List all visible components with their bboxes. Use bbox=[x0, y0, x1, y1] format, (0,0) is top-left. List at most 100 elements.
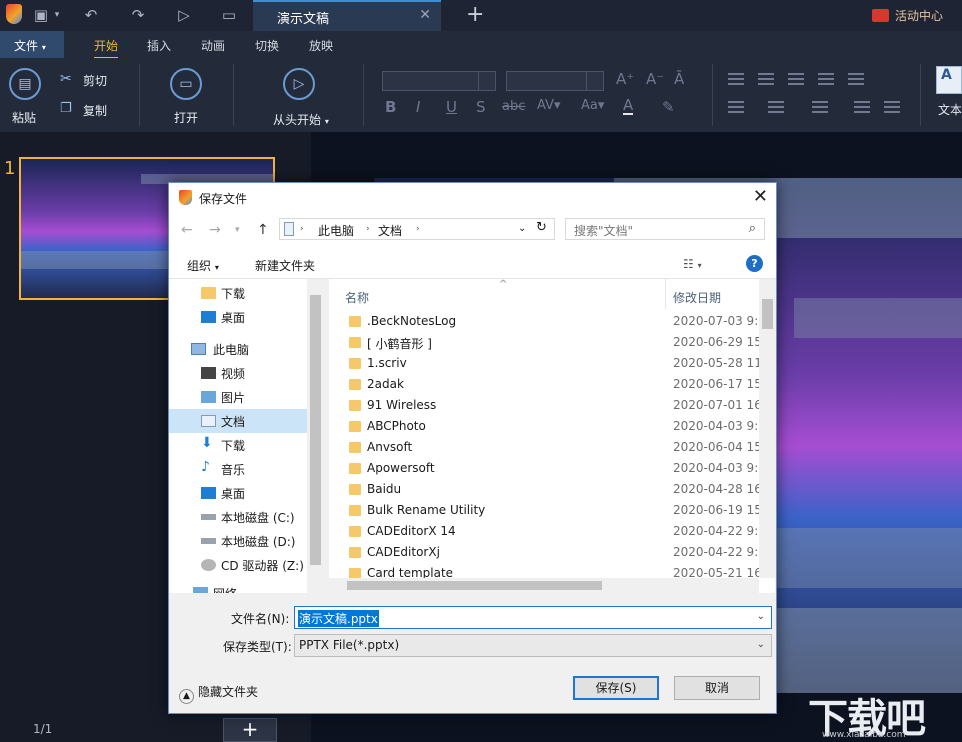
close-icon[interactable]: ✕ bbox=[753, 186, 768, 207]
file-row[interactable]: CADEditorX 14 2020-04-22 9:1 bbox=[329, 521, 763, 542]
paste-label[interactable]: 粘贴 bbox=[12, 109, 36, 126]
nav-item-music[interactable]: ♪ 音乐 bbox=[169, 457, 307, 481]
forward-arrow-icon[interactable]: → bbox=[209, 222, 221, 238]
view-options-icon[interactable]: ☷ ▾ bbox=[683, 257, 702, 271]
line-spacing-icon[interactable] bbox=[812, 101, 828, 113]
file-row[interactable]: .BeckNotesLog 2020-07-03 9:3 bbox=[329, 311, 763, 332]
tab-slideshow[interactable]: 放映 bbox=[309, 37, 333, 54]
cut-button[interactable]: 剪切 bbox=[83, 72, 107, 89]
add-slide-button[interactable]: + bbox=[223, 718, 277, 742]
redo-icon[interactable]: ↷ bbox=[127, 6, 149, 24]
strikethrough-icon[interactable]: abc bbox=[502, 99, 525, 114]
highlight-icon[interactable]: ✎ bbox=[662, 98, 675, 116]
filename-input[interactable]: 演示文稿.pptx ⌄ bbox=[294, 606, 772, 629]
tab-document[interactable]: 演示文稿 ✕ bbox=[253, 0, 441, 31]
open-folder-icon[interactable]: ▭ bbox=[170, 68, 202, 100]
text-button[interactable]: 文本 bbox=[938, 101, 962, 118]
up-arrow-icon[interactable]: ↑ bbox=[257, 222, 269, 238]
underline-icon[interactable]: U bbox=[446, 98, 457, 116]
nav-item-videos[interactable]: 视频 bbox=[169, 361, 307, 385]
new-folder-button[interactable]: 新建文件夹 bbox=[255, 257, 315, 274]
new-tab-button[interactable]: + bbox=[466, 2, 484, 27]
file-scrollbar[interactable] bbox=[759, 279, 775, 578]
column-date[interactable]: 修改日期 bbox=[673, 289, 721, 306]
textbox-icon[interactable]: A bbox=[936, 66, 962, 94]
font-family-select[interactable] bbox=[382, 71, 496, 91]
nav-item-documents[interactable]: 文档 bbox=[169, 409, 307, 433]
nav-item-this-pc[interactable]: 此电脑 bbox=[169, 337, 307, 361]
align-center-icon[interactable] bbox=[758, 73, 774, 85]
numbering-icon[interactable] bbox=[768, 101, 784, 113]
hide-folders-toggle[interactable]: ▲ 隐藏文件夹 bbox=[179, 683, 258, 704]
column-name[interactable]: 名称 bbox=[345, 289, 369, 306]
file-menu-button[interactable]: 文件 ▾ bbox=[0, 31, 64, 58]
nav-item-downloads-pc[interactable]: ⬇ 下载 bbox=[169, 433, 307, 457]
bold-icon[interactable]: B bbox=[385, 98, 396, 116]
clear-format-icon[interactable]: Ā bbox=[674, 70, 684, 88]
refresh-icon[interactable]: ↻ bbox=[536, 220, 547, 235]
change-case-icon[interactable]: Aa▾ bbox=[581, 98, 604, 113]
bullets-icon[interactable] bbox=[728, 101, 744, 113]
address-bar[interactable]: › 此电脑 › 文档 › ⌄ ↻ bbox=[279, 218, 555, 240]
file-row[interactable]: ABCPhoto 2020-04-03 9:3 bbox=[329, 416, 763, 437]
horizontal-scroll-thumb[interactable] bbox=[347, 581, 602, 590]
file-row[interactable]: 91 Wireless 2020-07-01 16: bbox=[329, 395, 763, 416]
file-row[interactable]: Anvsoft 2020-06-04 15: bbox=[329, 437, 763, 458]
tab-home[interactable]: 开始 bbox=[94, 37, 119, 59]
nav-scrollbar[interactable] bbox=[307, 279, 324, 593]
close-tab-icon[interactable]: ✕ bbox=[419, 7, 431, 23]
grow-font-icon[interactable]: A⁺ bbox=[616, 70, 634, 88]
file-row[interactable]: Baidu 2020-04-28 16: bbox=[329, 479, 763, 500]
slideshow-icon[interactable]: ▷ bbox=[283, 68, 315, 100]
nav-item-downloads[interactable]: 下载 bbox=[169, 281, 307, 305]
nav-scroll-thumb[interactable] bbox=[310, 295, 321, 565]
undo-icon[interactable]: ↶ bbox=[80, 6, 102, 24]
address-dropdown-icon[interactable]: ⌄ bbox=[518, 223, 526, 234]
tab-insert[interactable]: 插入 bbox=[147, 37, 171, 54]
nav-item-network[interactable]: 网络 bbox=[169, 581, 307, 593]
copy-icon[interactable]: ❐ bbox=[60, 101, 72, 116]
decrease-indent-icon[interactable] bbox=[854, 101, 870, 113]
nav-item-drive-d[interactable]: 本地磁盘 (D:) bbox=[169, 529, 307, 553]
help-icon[interactable]: ? bbox=[746, 255, 763, 272]
recent-dropdown-icon[interactable]: ▾ bbox=[235, 225, 240, 235]
increase-indent-icon[interactable] bbox=[884, 101, 900, 113]
italic-icon[interactable]: I bbox=[416, 98, 420, 116]
nav-item-desktop-pc[interactable]: 桌面 bbox=[169, 481, 307, 505]
activity-center-button[interactable]: 活动中心 bbox=[872, 7, 943, 24]
tab-transition[interactable]: 切换 bbox=[255, 37, 279, 54]
organize-button[interactable]: 组织 ▾ bbox=[187, 257, 219, 274]
play-icon[interactable]: ▷ bbox=[173, 6, 195, 24]
justify-icon[interactable] bbox=[818, 73, 834, 85]
nav-item-drive-c[interactable]: 本地磁盘 (C:) bbox=[169, 505, 307, 529]
folder-icon[interactable]: ▭ bbox=[218, 6, 240, 24]
horizontal-scrollbar[interactable] bbox=[329, 578, 759, 593]
nav-item-desktop[interactable]: 桌面 bbox=[169, 305, 307, 329]
paste-icon[interactable]: ▤ bbox=[9, 68, 41, 100]
breadcrumb-documents[interactable]: 文档 bbox=[378, 222, 402, 239]
file-row[interactable]: Bulk Rename Utility 2020-06-19 15: bbox=[329, 500, 763, 521]
file-scroll-thumb[interactable] bbox=[762, 299, 773, 329]
back-arrow-icon[interactable]: ← bbox=[181, 222, 193, 238]
shrink-font-icon[interactable]: A⁻ bbox=[646, 70, 664, 88]
file-row[interactable]: 1.scriv 2020-05-28 11: bbox=[329, 353, 763, 374]
search-input[interactable]: 搜索"文档" ⌕ bbox=[565, 218, 765, 240]
scissors-icon[interactable]: ✂ bbox=[60, 71, 72, 87]
char-spacing-icon[interactable]: AV▾ bbox=[537, 98, 560, 113]
open-button[interactable]: 打开 bbox=[174, 109, 198, 126]
font-size-select[interactable] bbox=[506, 71, 604, 91]
nav-item-pictures[interactable]: 图片 bbox=[169, 385, 307, 409]
font-color-icon[interactable]: A bbox=[623, 98, 634, 115]
cancel-button[interactable]: 取消 bbox=[674, 676, 760, 700]
breadcrumb-this-pc[interactable]: 此电脑 bbox=[318, 222, 354, 239]
copy-button[interactable]: 复制 bbox=[83, 102, 107, 119]
save-button[interactable]: 保存(S) bbox=[573, 676, 659, 700]
align-right-icon[interactable] bbox=[788, 73, 804, 85]
distribute-icon[interactable] bbox=[848, 73, 864, 85]
align-left-icon[interactable] bbox=[728, 73, 744, 85]
save-dropdown-icon[interactable]: ▾ bbox=[46, 6, 68, 24]
file-row[interactable]: [ 小鹤音形 ] 2020-06-29 15: bbox=[329, 332, 763, 353]
chevron-down-icon[interactable]: ⌄ bbox=[757, 611, 765, 622]
filetype-select[interactable]: PPTX File(*.pptx) ⌄ bbox=[294, 634, 772, 657]
file-row[interactable]: Apowersoft 2020-04-03 9:5 bbox=[329, 458, 763, 479]
